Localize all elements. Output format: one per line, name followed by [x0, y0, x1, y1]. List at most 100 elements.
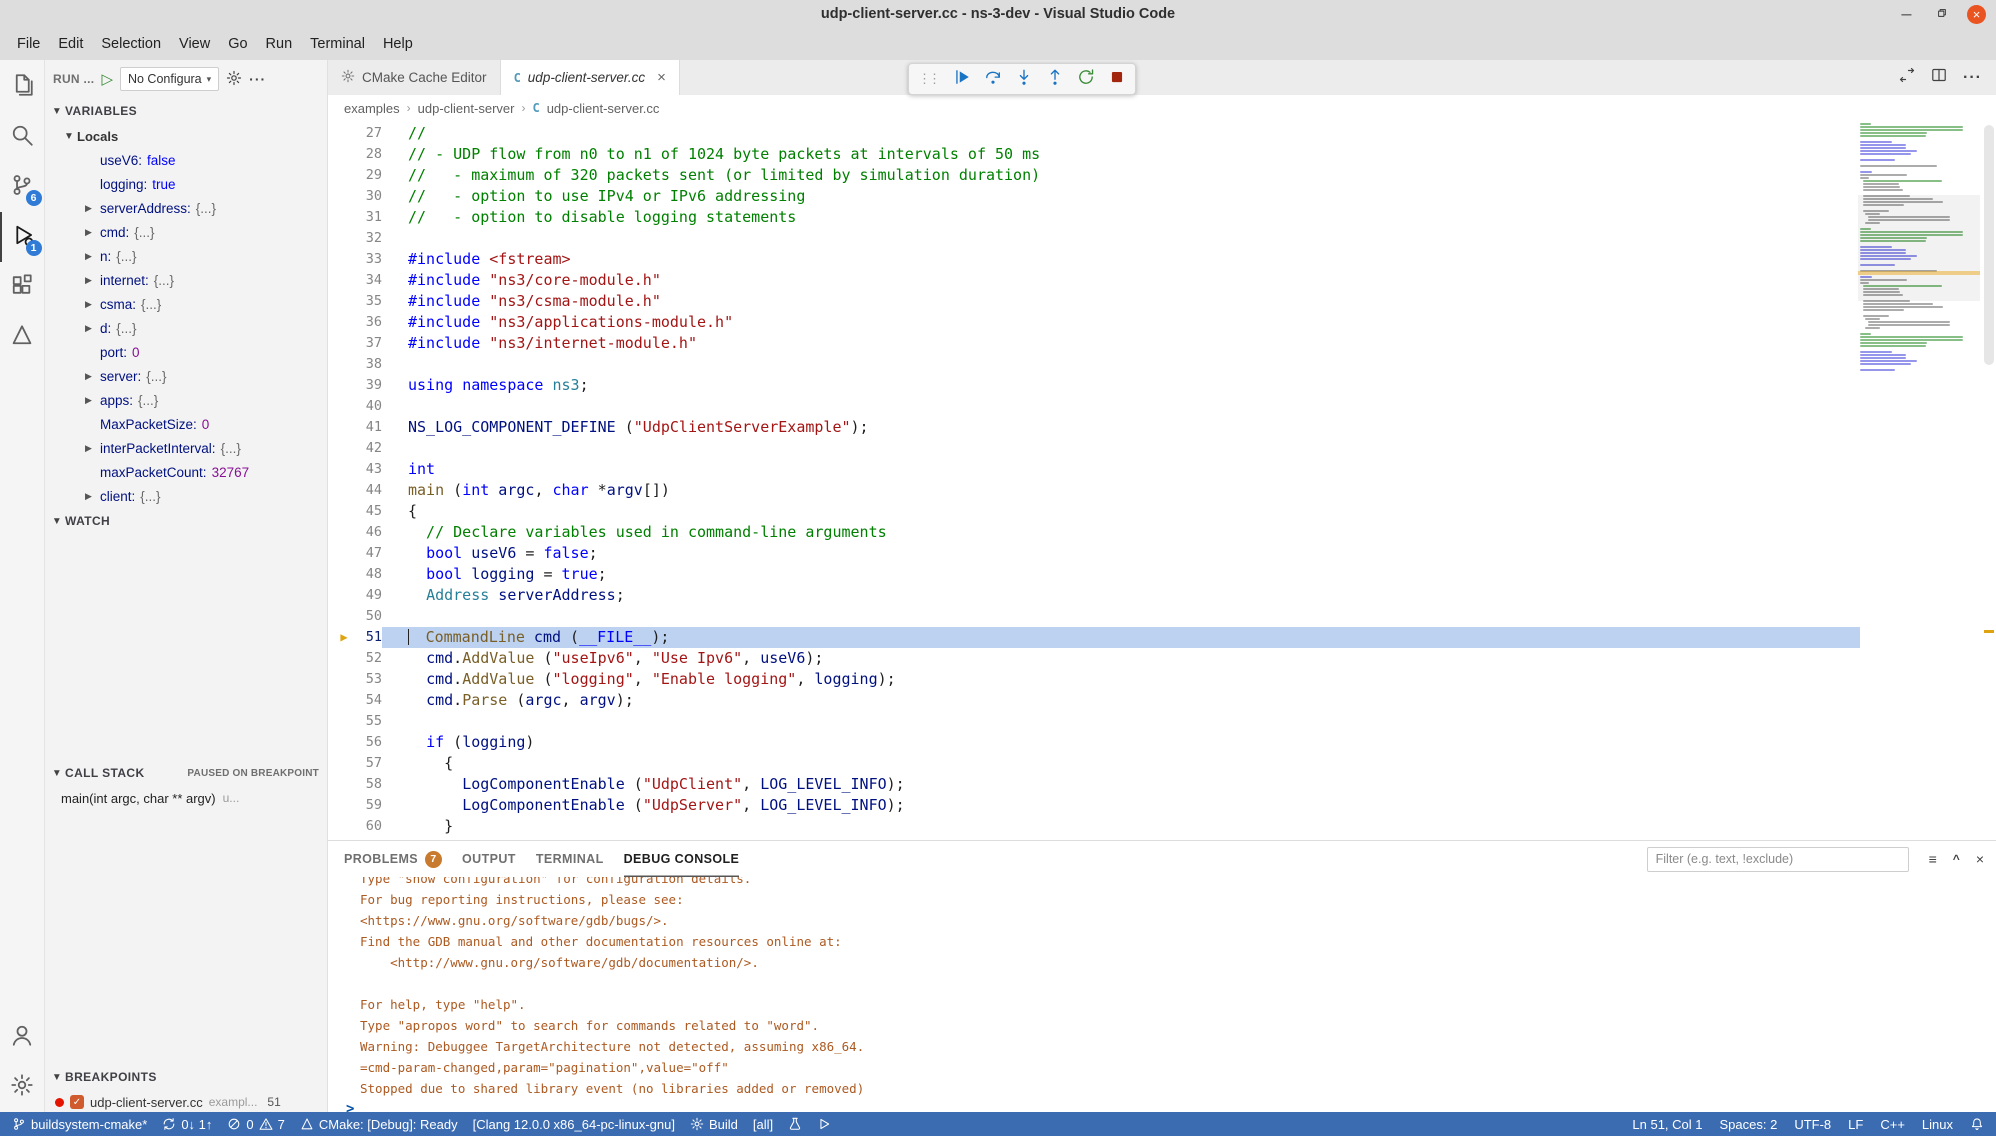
- variable-row[interactable]: ▶interPacketInterval:{...}: [45, 436, 327, 460]
- gutter-glyph[interactable]: [328, 270, 360, 291]
- code-line[interactable]: 32: [328, 228, 1996, 249]
- gutter-glyph[interactable]: [328, 774, 360, 795]
- code-line[interactable]: 58 LogComponentEnable ("UdpClient", LOG_…: [328, 774, 1996, 795]
- code-line[interactable]: 27//: [328, 123, 1996, 144]
- restart-button[interactable]: [1077, 68, 1095, 91]
- drag-handle-icon[interactable]: ⋮⋮: [918, 71, 938, 87]
- code-line[interactable]: 42: [328, 438, 1996, 459]
- code-line[interactable]: 34#include "ns3/core-module.h": [328, 270, 1996, 291]
- gutter-glyph[interactable]: ▶: [328, 627, 360, 648]
- variable-row[interactable]: ▶apps:{...}: [45, 388, 327, 412]
- gutter-glyph[interactable]: [328, 249, 360, 270]
- variable-row[interactable]: ▶client:{...}: [45, 484, 327, 508]
- gutter-glyph[interactable]: [328, 606, 360, 627]
- git-sync[interactable]: 0↓ 1↑: [162, 1117, 212, 1132]
- indentation[interactable]: Spaces: 2: [1720, 1117, 1778, 1132]
- menu-item-terminal[interactable]: Terminal: [301, 32, 374, 56]
- explorer-icon[interactable]: [0, 62, 45, 112]
- gutter-glyph[interactable]: [328, 837, 360, 840]
- breadcrumb-item[interactable]: examples: [344, 101, 400, 116]
- code-line[interactable]: 36#include "ns3/applications-module.h": [328, 312, 1996, 333]
- panel-tab-output[interactable]: OUTPUT: [462, 841, 516, 877]
- scope-locals[interactable]: ▼Locals: [45, 124, 327, 148]
- source-control-icon[interactable]: 6: [0, 162, 45, 212]
- code-line[interactable]: 35#include "ns3/csma-module.h": [328, 291, 1996, 312]
- cmake-kit[interactable]: [Clang 12.0.0 x86_64-pc-linux-gnu]: [473, 1117, 675, 1132]
- encoding[interactable]: UTF-8: [1794, 1117, 1831, 1132]
- gutter-glyph[interactable]: [328, 816, 360, 837]
- code-line[interactable]: 55: [328, 711, 1996, 732]
- variable-row[interactable]: maxPacketCount:32767: [45, 460, 327, 484]
- variable-row[interactable]: ▶csma:{...}: [45, 292, 327, 316]
- restore-button[interactable]: [1932, 5, 1951, 24]
- cmake-build[interactable]: Build: [690, 1117, 738, 1132]
- code-line[interactable]: 40: [328, 396, 1996, 417]
- tab-cmake-cache-editor[interactable]: CMake Cache Editor: [328, 60, 501, 95]
- debug-console-output[interactable]: Type "show configuration" for configurat…: [328, 877, 1996, 1112]
- code-line[interactable]: 45{: [328, 501, 1996, 522]
- variable-row[interactable]: useV6:false: [45, 148, 327, 172]
- code-line[interactable]: 33#include <fstream>: [328, 249, 1996, 270]
- stack-frame-row[interactable]: main(int argc, char ** argv) u...: [45, 786, 327, 810]
- breakpoints-section-header[interactable]: ▼BREAKPOINTS: [45, 1064, 327, 1090]
- manage-gear-icon[interactable]: [0, 1062, 45, 1112]
- problems[interactable]: 07: [227, 1117, 284, 1132]
- gutter-glyph[interactable]: [328, 648, 360, 669]
- code-line[interactable]: 30// - option to use IPv4 or IPv6 addres…: [328, 186, 1996, 207]
- language-mode[interactable]: C++: [1880, 1117, 1905, 1132]
- step-over-button[interactable]: [984, 68, 1002, 91]
- debug-config-dropdown[interactable]: No Configura▾: [120, 67, 219, 91]
- variable-row[interactable]: logging:true: [45, 172, 327, 196]
- panel-tab-debug-console[interactable]: DEBUG CONSOLE: [624, 841, 740, 877]
- menu-item-selection[interactable]: Selection: [92, 32, 170, 56]
- menu-item-file[interactable]: File: [8, 32, 49, 56]
- gutter-glyph[interactable]: [328, 144, 360, 165]
- gutter-glyph[interactable]: [328, 501, 360, 522]
- accounts-icon[interactable]: [0, 1012, 45, 1062]
- code-line[interactable]: 29// - maximum of 320 packets sent (or l…: [328, 165, 1996, 186]
- watch-section-header[interactable]: ▼WATCH: [45, 508, 327, 534]
- gutter-glyph[interactable]: [328, 480, 360, 501]
- gutter-glyph[interactable]: [328, 333, 360, 354]
- code-line[interactable]: 46 // Declare variables used in command-…: [328, 522, 1996, 543]
- variable-row[interactable]: ▶server:{...}: [45, 364, 327, 388]
- menu-item-help[interactable]: Help: [374, 32, 422, 56]
- gutter-glyph[interactable]: [328, 123, 360, 144]
- gutter-glyph[interactable]: [328, 354, 360, 375]
- breakpoint-row[interactable]: ✓ udp-client-server.cc exampl... 51: [45, 1090, 327, 1112]
- menu-item-go[interactable]: Go: [219, 32, 256, 56]
- code-line[interactable]: ▶51 CommandLine cmd (__FILE__);: [328, 627, 1996, 648]
- breadcrumb-item[interactable]: udp-client-server: [418, 101, 515, 116]
- gutter-glyph[interactable]: [328, 522, 360, 543]
- ctest[interactable]: [788, 1117, 802, 1131]
- gutter-glyph[interactable]: [328, 711, 360, 732]
- cmake-tools-icon[interactable]: [0, 312, 45, 362]
- code-editor[interactable]: 27//28// - UDP flow from n0 to n1 of 102…: [328, 121, 1996, 840]
- gutter-glyph[interactable]: [328, 585, 360, 606]
- code-line[interactable]: 53 cmd.AddValue ("logging", "Enable logg…: [328, 669, 1996, 690]
- variable-row[interactable]: ▶internet:{...}: [45, 268, 327, 292]
- open-changes-icon[interactable]: [1899, 67, 1915, 88]
- remote-os[interactable]: Linux: [1922, 1117, 1953, 1132]
- gutter-glyph[interactable]: [328, 396, 360, 417]
- breakpoint-checkbox[interactable]: ✓: [70, 1095, 84, 1109]
- code-line[interactable]: 41NS_LOG_COMPONENT_DEFINE ("UdpClientSer…: [328, 417, 1996, 438]
- variable-row[interactable]: ▶n:{...}: [45, 244, 327, 268]
- gutter-glyph[interactable]: [328, 165, 360, 186]
- code-line[interactable]: 48 bool logging = true;: [328, 564, 1996, 585]
- code-line[interactable]: 56 if (logging): [328, 732, 1996, 753]
- gutter-glyph[interactable]: [328, 459, 360, 480]
- gutter-glyph[interactable]: [328, 543, 360, 564]
- eol[interactable]: LF: [1848, 1117, 1863, 1132]
- gutter-glyph[interactable]: [328, 438, 360, 459]
- gutter-glyph[interactable]: [328, 375, 360, 396]
- panel-tab-terminal[interactable]: TERMINAL: [536, 841, 604, 877]
- variable-row[interactable]: ▶d:{...}: [45, 316, 327, 340]
- close-button[interactable]: ×: [1967, 5, 1986, 24]
- gutter-glyph[interactable]: [328, 291, 360, 312]
- variable-row[interactable]: ▶serverAddress:{...}: [45, 196, 327, 220]
- open-launch-json-icon[interactable]: [226, 70, 242, 89]
- stop-button[interactable]: [1108, 68, 1126, 91]
- git-branch[interactable]: buildsystem-cmake*: [12, 1117, 147, 1132]
- code-line[interactable]: 44main (int argc, char *argv[]): [328, 480, 1996, 501]
